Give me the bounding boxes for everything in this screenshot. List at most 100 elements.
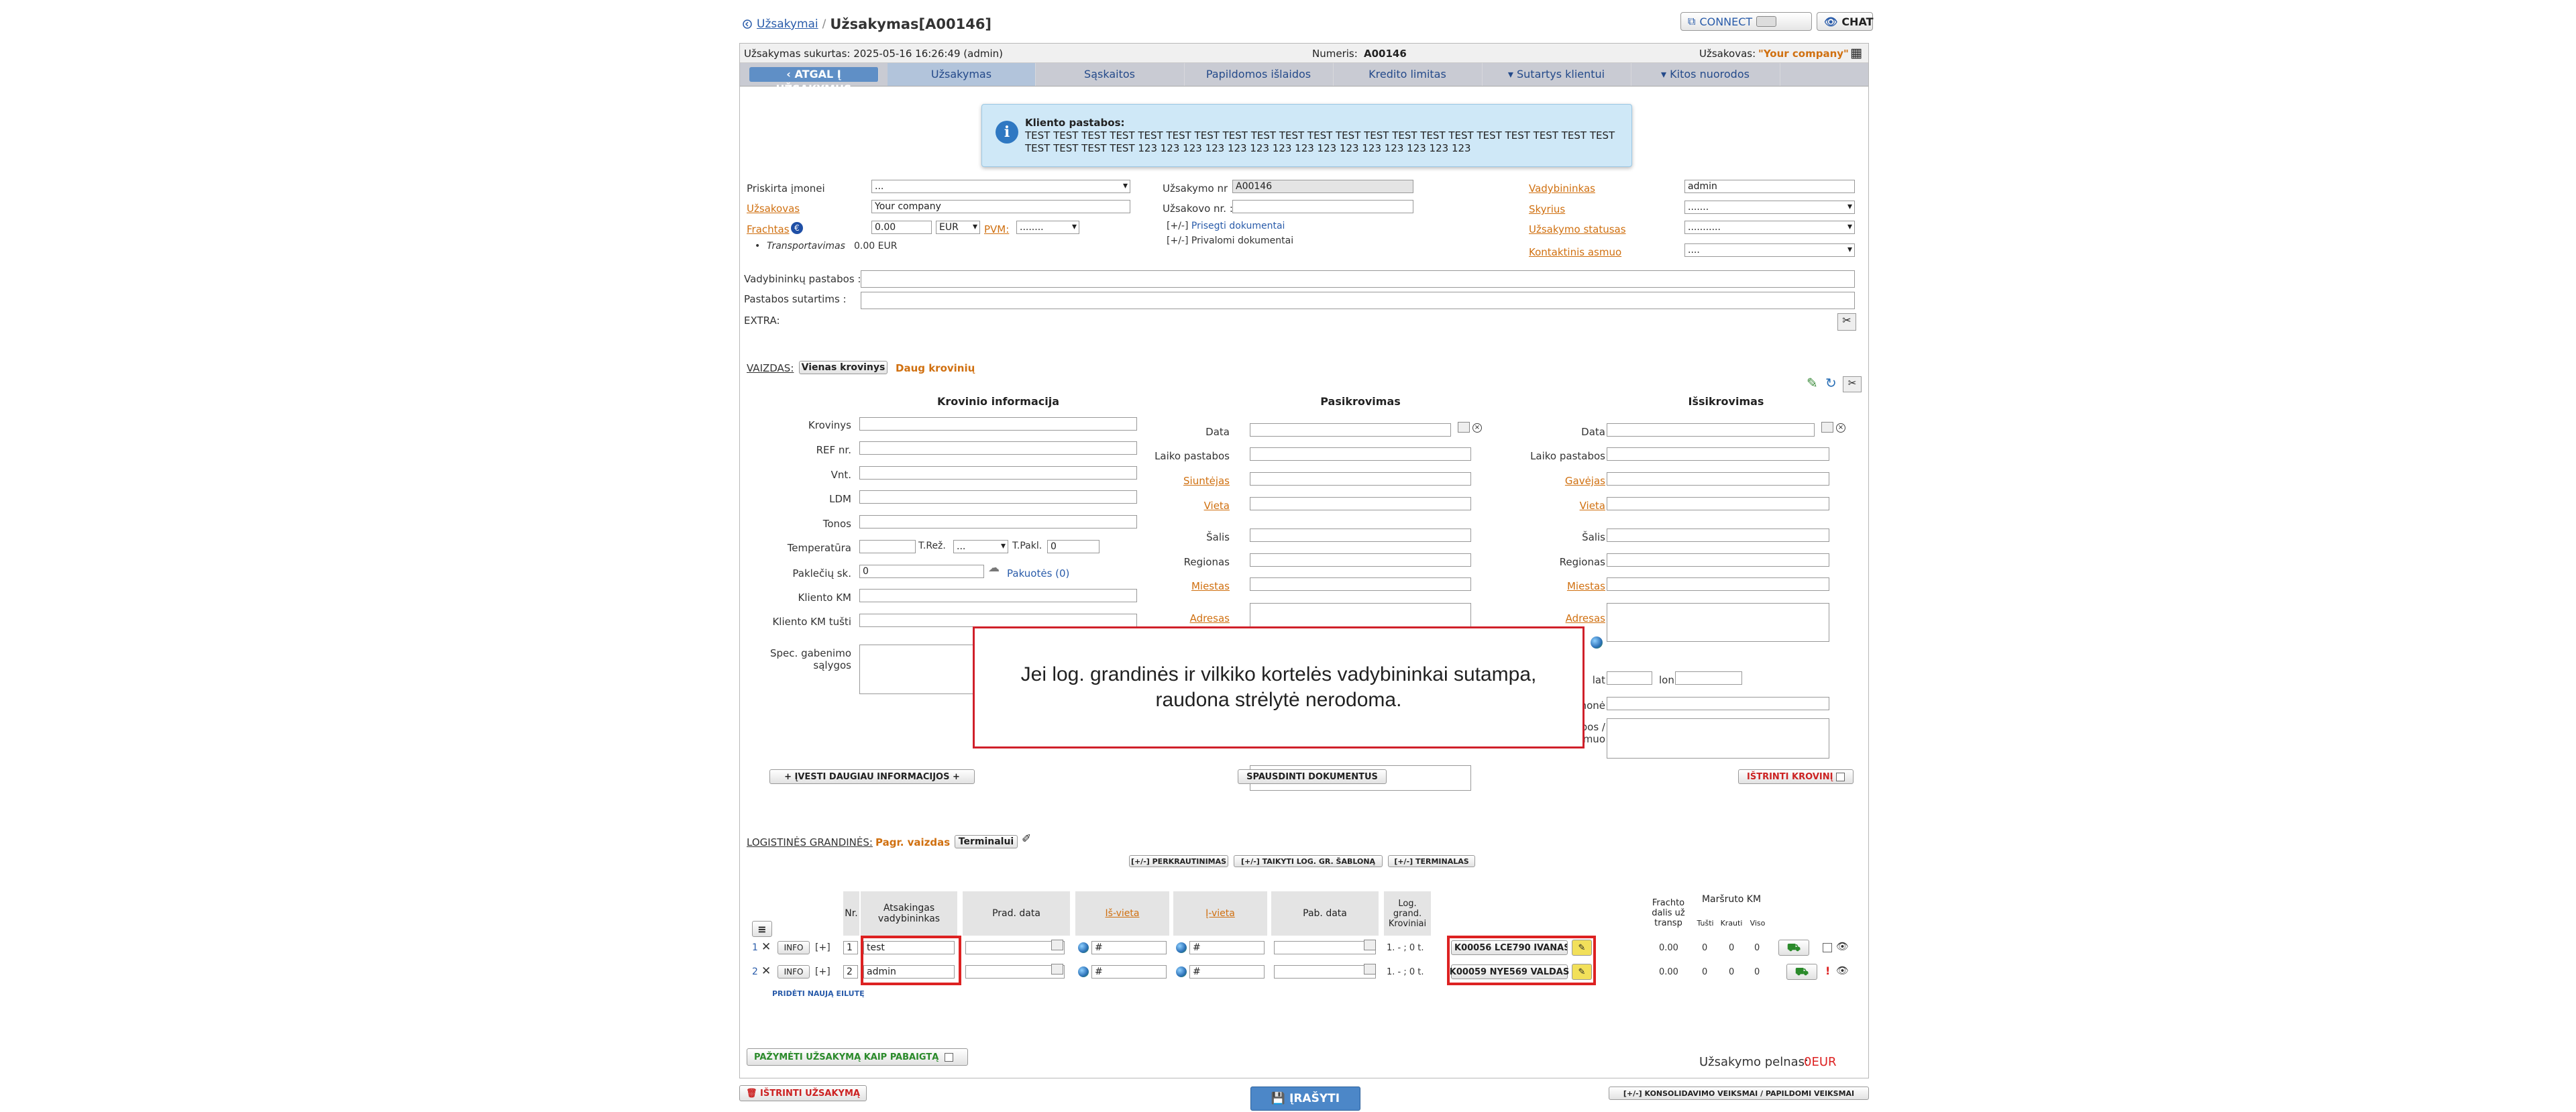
row-start-calendar-icon[interactable] bbox=[1051, 964, 1063, 975]
contact-label[interactable]: Kontaktinis asmuo bbox=[1529, 246, 1621, 258]
row-info-button[interactable]: INFO bbox=[777, 965, 810, 979]
pickup-clear-icon[interactable]: × bbox=[1472, 423, 1482, 433]
manager-label[interactable]: Vadybininkas bbox=[1529, 182, 1595, 194]
pin-icon[interactable]: ✐ bbox=[1022, 832, 1031, 846]
unload-region-input[interactable] bbox=[1607, 553, 1829, 567]
unload-place-input[interactable] bbox=[1607, 497, 1829, 510]
row-to-globe-icon[interactable] bbox=[1176, 942, 1187, 953]
col-from[interactable]: Iš-vieta bbox=[1075, 891, 1169, 936]
breadcrumb-parent-link[interactable]: Užsakymai bbox=[757, 17, 818, 31]
tab-extra-costs[interactable]: Papildomos išlaidos bbox=[1184, 63, 1334, 86]
add-row-link[interactable]: PRIDĖTI NAUJĄ EILUTĘ bbox=[772, 989, 865, 998]
refresh-icon[interactable]: ↻ bbox=[1825, 375, 1837, 391]
department-select[interactable]: ....... bbox=[1684, 201, 1855, 214]
unload-country-input[interactable] bbox=[1607, 529, 1829, 542]
route-icon[interactable]: ✎ bbox=[1807, 375, 1818, 391]
ref-input[interactable] bbox=[859, 441, 1137, 455]
consolidation-button[interactable]: [+/-] KONSOLIDAVIMO VEIKSMAI / PAPILDOMI… bbox=[1609, 1087, 1869, 1100]
vat-select[interactable]: ........ bbox=[1016, 221, 1079, 234]
row-truck-icon[interactable]: ⛟ bbox=[1778, 940, 1809, 956]
row-end-date-input[interactable] bbox=[1274, 941, 1376, 954]
row-to-input[interactable]: # bbox=[1189, 965, 1265, 979]
logistics-main-view-link[interactable]: Pagr. vaizdas bbox=[875, 836, 950, 848]
client-label[interactable]: Užsakovas bbox=[747, 203, 800, 215]
tons-input[interactable] bbox=[859, 515, 1137, 529]
client-input[interactable]: Your company bbox=[871, 200, 1130, 213]
row-nr-input[interactable]: 1 bbox=[843, 941, 858, 954]
print-documents-button[interactable]: SPAUSDINTI DOKUMENTUS bbox=[1238, 769, 1387, 784]
delete-order-button[interactable]: 🗑 IŠTRINTI UŽSAKYMĄ bbox=[739, 1085, 867, 1101]
attach-docs-toggle[interactable]: [+/-] bbox=[1167, 221, 1188, 231]
row-nr-input[interactable]: 2 bbox=[843, 965, 858, 979]
unload-address-textarea[interactable] bbox=[1607, 603, 1829, 642]
tab-back[interactable]: ‹ ATGAL Į UŽSAKYMUS bbox=[749, 67, 879, 95]
tab-order[interactable]: Užsakymas bbox=[888, 63, 1036, 86]
lat-input[interactable] bbox=[1607, 671, 1652, 685]
sender-input[interactable] bbox=[1250, 472, 1471, 486]
pickup-calendar-icon[interactable] bbox=[1458, 422, 1470, 433]
unload-calendar-icon[interactable] bbox=[1821, 422, 1833, 433]
chat-button[interactable]: 👁 CHAT bbox=[1817, 12, 1874, 31]
unload-city-input[interactable] bbox=[1607, 577, 1829, 591]
temperature-input[interactable] bbox=[859, 540, 916, 553]
ldm-input[interactable] bbox=[859, 490, 1137, 504]
apply-template-button[interactable]: [+/-] TAIKYTI LOG. GR. ŠABLONĄ bbox=[1234, 855, 1383, 867]
pickup-place-label[interactable]: Vieta bbox=[1142, 500, 1230, 512]
row-end-calendar-icon[interactable] bbox=[1364, 940, 1376, 950]
tab-other-links[interactable]: ▾ Kitos nuorodos bbox=[1631, 63, 1780, 86]
pickup-city-label[interactable]: Miestas bbox=[1142, 580, 1230, 592]
view-single-button[interactable]: Vienas krovinys bbox=[799, 361, 888, 374]
pickup-country-input[interactable] bbox=[1250, 529, 1471, 542]
pickup-address-textarea[interactable] bbox=[1250, 603, 1471, 630]
assigned-company-select[interactable]: ... bbox=[871, 180, 1130, 193]
freight-label[interactable]: Frachtas bbox=[747, 223, 790, 235]
pickup-region-input[interactable] bbox=[1250, 553, 1471, 567]
row-to-input[interactable]: # bbox=[1189, 941, 1265, 954]
receiver-input[interactable] bbox=[1607, 472, 1829, 486]
private-docs[interactable]: [+/-] Privalomi dokumentai bbox=[1167, 235, 1293, 246]
manager-input[interactable]: admin bbox=[1684, 180, 1855, 193]
lon-input[interactable] bbox=[1675, 671, 1742, 685]
settings-tools-icon[interactable]: ✂ bbox=[1843, 376, 1862, 392]
row-start-date-input[interactable] bbox=[965, 941, 1065, 954]
terminal-button[interactable]: [+/-] TERMINALAS bbox=[1388, 855, 1475, 867]
row-truck-icon[interactable]: ⛟ bbox=[1786, 964, 1817, 980]
pickup-time-notes-input[interactable] bbox=[1250, 447, 1471, 461]
unload-clear-icon[interactable]: × bbox=[1836, 423, 1845, 433]
client-km-empty-input[interactable] bbox=[859, 614, 1137, 627]
manager-notes-textarea[interactable] bbox=[861, 270, 1855, 288]
tools-icon[interactable]: ✂ bbox=[1837, 313, 1856, 331]
row-delete-icon[interactable]: ✕ bbox=[761, 940, 771, 954]
row-plus[interactable]: [+] bbox=[815, 942, 830, 953]
currency-select[interactable]: EUR bbox=[936, 221, 980, 234]
row-eye-icon[interactable]: 👁 bbox=[1836, 964, 1849, 977]
contact-select[interactable]: .... bbox=[1684, 243, 1855, 257]
print-icon[interactable]: ▦ bbox=[1850, 46, 1862, 60]
logistics-terminals-button[interactable]: Terminalui bbox=[955, 835, 1018, 848]
pickup-place-input[interactable] bbox=[1250, 497, 1471, 510]
unload-contact-textarea[interactable] bbox=[1607, 718, 1829, 759]
status-label[interactable]: Užsakymo statusas bbox=[1529, 223, 1626, 235]
pickup-city-input[interactable] bbox=[1250, 577, 1471, 591]
pickup-address-label[interactable]: Adresas bbox=[1142, 612, 1230, 624]
tab-invoices[interactable]: Sąskaitos bbox=[1035, 63, 1185, 86]
unload-date-input[interactable] bbox=[1607, 423, 1815, 437]
mark-done-button[interactable]: PAŽYMĖTI UŽSAKYMĄ KAIP PABAIGTĄ bbox=[747, 1048, 968, 1066]
client-km-input[interactable] bbox=[859, 589, 1137, 602]
row-from-globe-icon[interactable] bbox=[1078, 942, 1089, 953]
sender-label[interactable]: Siuntėjas bbox=[1142, 475, 1230, 487]
row-end-calendar-icon[interactable] bbox=[1364, 964, 1376, 975]
connect-toggle[interactable] bbox=[1756, 16, 1777, 27]
save-button[interactable]: 💾 ĮRAŠYTI bbox=[1250, 1087, 1360, 1111]
unload-place-label[interactable]: Vieta bbox=[1518, 500, 1605, 512]
client-order-input[interactable] bbox=[1232, 200, 1413, 213]
row-start-calendar-icon[interactable] bbox=[1051, 940, 1063, 950]
freight-input[interactable]: 0.00 bbox=[871, 221, 932, 234]
tab-credit-limit[interactable]: Kredito limitas bbox=[1333, 63, 1483, 86]
unload-time-notes-input[interactable] bbox=[1607, 447, 1829, 461]
row-start-date-input[interactable] bbox=[965, 965, 1065, 979]
row-eye-icon[interactable]: 👁 bbox=[1836, 940, 1849, 952]
pallets-input[interactable]: 0 bbox=[859, 565, 984, 578]
cargo-input[interactable] bbox=[859, 417, 1137, 431]
row-delete-icon[interactable]: ✕ bbox=[761, 964, 771, 978]
